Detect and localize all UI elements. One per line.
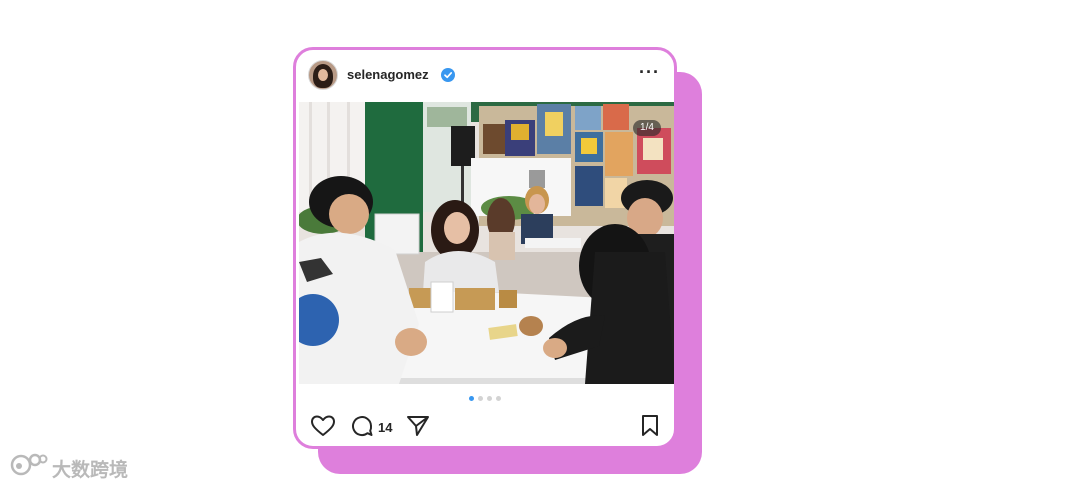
carousel-dot[interactable] — [496, 396, 501, 401]
more-options-icon[interactable]: ··· — [639, 63, 660, 81]
carousel-dot[interactable] — [478, 396, 483, 401]
post-actions: 14 — [296, 412, 674, 442]
instagram-post-card: selenagomez ··· 1/4 14 — [293, 47, 677, 449]
comment-count: 14 — [378, 420, 393, 435]
post-photo[interactable]: 1/4 — [299, 102, 674, 384]
post-header: selenagomez ··· — [296, 50, 674, 102]
heart-icon[interactable] — [310, 414, 336, 438]
avatar[interactable] — [308, 60, 338, 90]
carousel-dot[interactable] — [487, 396, 492, 401]
paper-plane-icon[interactable] — [406, 414, 430, 438]
bookmark-icon[interactable] — [640, 414, 660, 438]
username[interactable]: selenagomez — [347, 67, 429, 82]
comment-icon[interactable] — [350, 414, 374, 438]
classroom-scene — [299, 102, 674, 384]
carousel-dot-active[interactable] — [469, 396, 474, 401]
verified-badge-icon — [441, 68, 455, 82]
watermark-text: 大数跨境 — [52, 460, 129, 481]
carousel-indicator — [296, 396, 674, 401]
image-counter: 1/4 — [633, 120, 661, 136]
watermark-logo-icon — [10, 453, 48, 476]
